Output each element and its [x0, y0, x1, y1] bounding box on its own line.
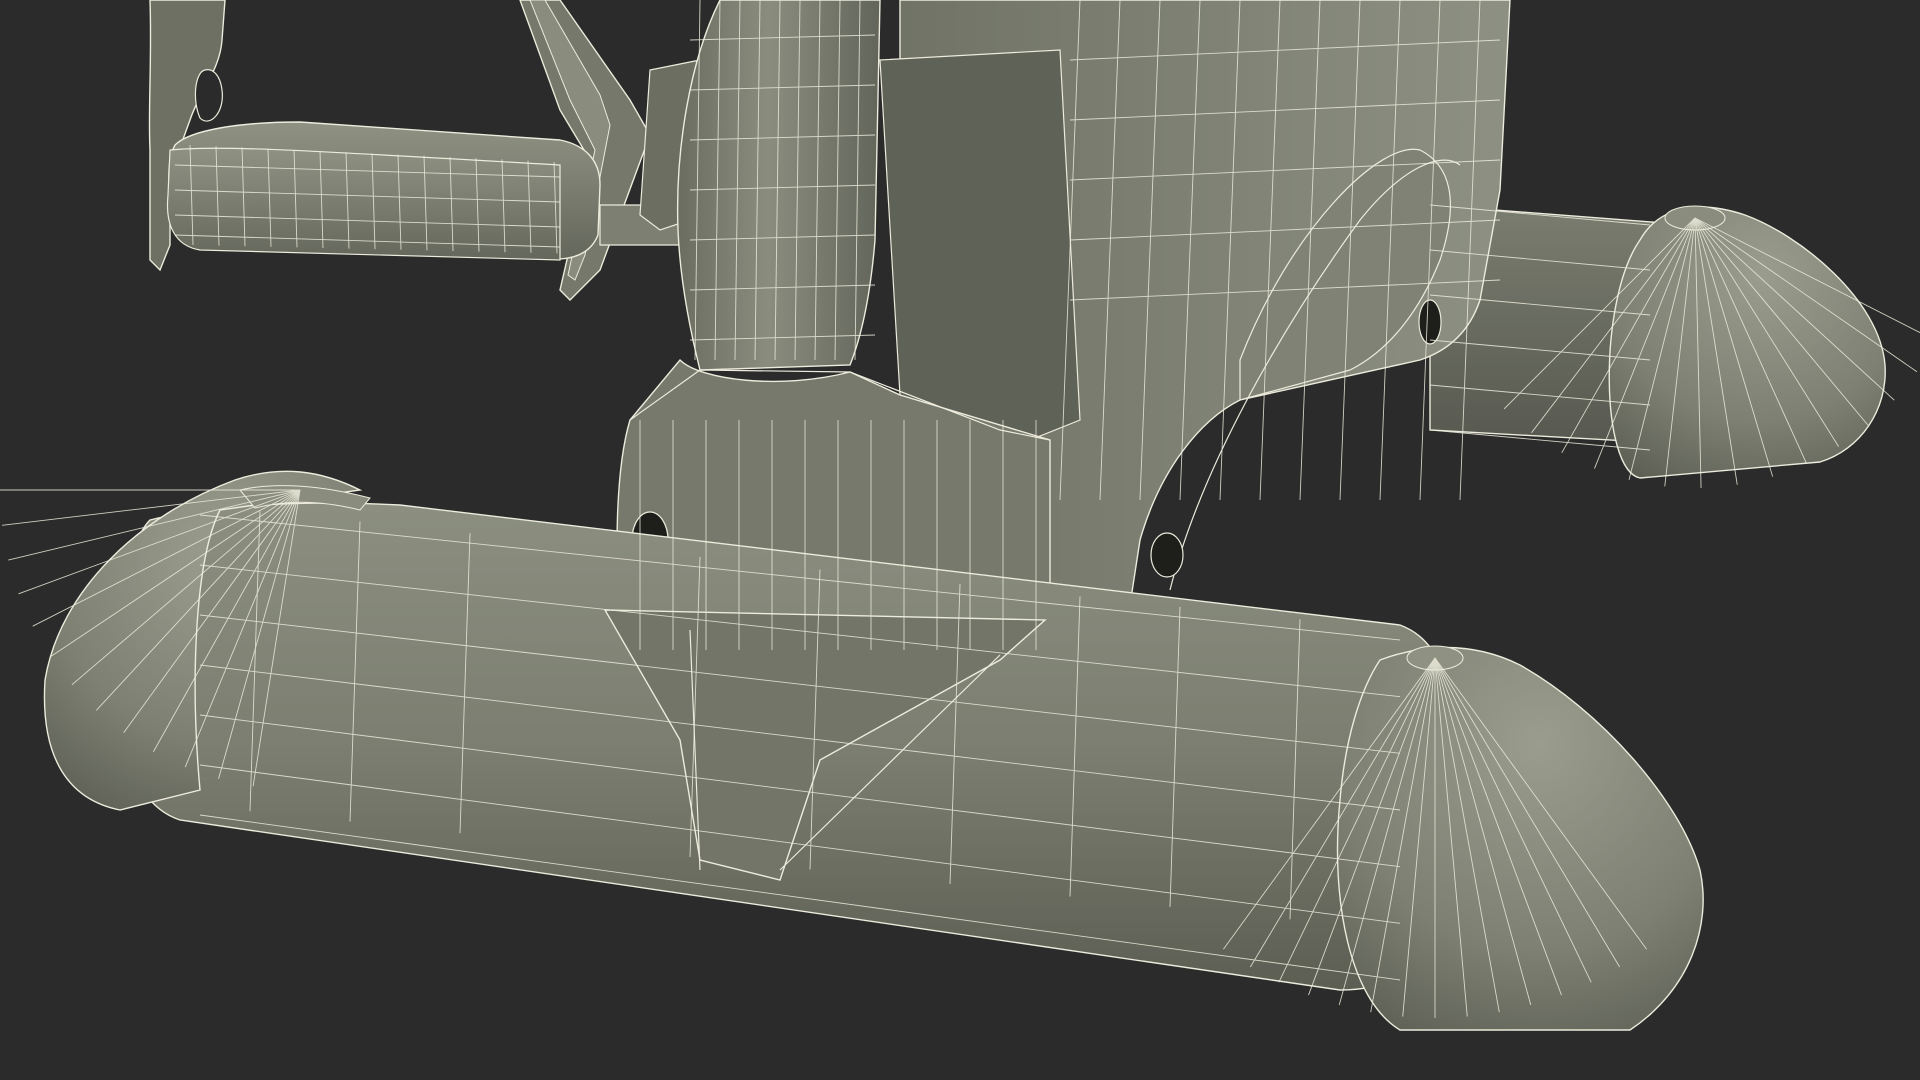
pedal-assembly [148, 0, 711, 301]
wireframe-render [0, 0, 1920, 1031]
render-viewport [0, 0, 1920, 1080]
rear-stabilizer [1429, 204, 1886, 479]
